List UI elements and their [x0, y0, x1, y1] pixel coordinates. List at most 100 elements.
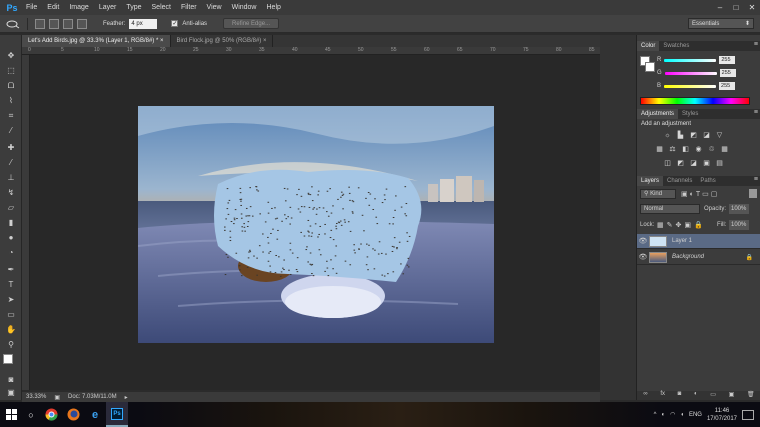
chrome-icon[interactable] — [40, 402, 62, 427]
add-selection-icon[interactable] — [49, 18, 59, 29]
opacity-input[interactable]: 100% — [729, 204, 749, 214]
status-menu-arrow-icon[interactable]: ▸ — [125, 394, 128, 401]
wifi-icon[interactable]: ◠ — [670, 411, 675, 418]
firefox-icon[interactable] — [62, 402, 84, 427]
filter-toggle[interactable] — [749, 189, 757, 198]
type-tool-icon[interactable]: T — [3, 278, 19, 291]
photoshop-taskbar-icon[interactable]: Ps — [106, 402, 128, 427]
tab-paths[interactable]: Paths — [696, 176, 719, 186]
vibrance-icon[interactable]: ▽ — [715, 131, 724, 140]
menu-edit[interactable]: Edit — [42, 0, 64, 15]
color-balance-icon[interactable]: ⚖ — [668, 145, 677, 154]
layer-row-background[interactable]: 👁 Background 🔒 — [637, 250, 760, 265]
tab-styles[interactable]: Styles — [678, 109, 702, 119]
eye-icon[interactable]: 👁 — [637, 237, 649, 245]
quick-mask-icon[interactable]: ◙ — [3, 373, 19, 386]
add-mask-icon[interactable]: ◙ — [678, 391, 682, 400]
close-tab-icon[interactable]: × — [263, 38, 267, 44]
minimize-button[interactable]: – — [712, 0, 728, 15]
menu-view[interactable]: View — [202, 0, 227, 15]
color-spectrum-bar[interactable] — [640, 97, 750, 105]
clock[interactable]: 11:46 17/07/2017 — [707, 407, 737, 423]
black-white-icon[interactable]: ◧ — [681, 145, 690, 154]
lock-icons[interactable]: ▦✎✥▣🔒 — [657, 221, 706, 229]
crop-tool-icon[interactable]: ⌗ — [3, 109, 19, 122]
exposure-icon[interactable]: ◪ — [702, 131, 711, 140]
layer-name[interactable]: Background — [672, 254, 704, 260]
layer-style-icon[interactable]: fx — [660, 391, 665, 400]
new-layer-icon[interactable]: ▣ — [729, 391, 735, 400]
history-brush-tool-icon[interactable]: ↯ — [3, 186, 19, 199]
color-background-swatch[interactable] — [645, 62, 655, 72]
menu-type[interactable]: Type — [121, 0, 146, 15]
hue-saturation-icon[interactable]: ▦ — [655, 145, 664, 154]
layer-filter-select[interactable]: ⚲ Kind — [640, 189, 676, 199]
marquee-tool-icon[interactable]: ⬚ — [3, 64, 19, 77]
panel-menu-icon[interactable]: ≡ — [754, 109, 760, 119]
notification-area-icon[interactable]: ◐ — [661, 412, 665, 418]
maximize-button[interactable]: □ — [728, 0, 744, 15]
layer-filter-icons[interactable]: ▣◐T▭▢ — [681, 190, 719, 198]
menu-file[interactable]: File — [21, 0, 42, 15]
workspace-select[interactable]: Essentials ⬍ — [688, 18, 754, 29]
subtract-selection-icon[interactable] — [63, 18, 73, 29]
tab-color[interactable]: Color — [637, 41, 660, 51]
windows-start-icon[interactable] — [0, 402, 22, 427]
blend-mode-select[interactable]: Normal — [640, 204, 700, 214]
tab-adjustments[interactable]: Adjustments — [637, 109, 679, 119]
brush-tool-icon[interactable]: ⁄ — [3, 156, 19, 169]
curves-icon[interactable]: ◩ — [689, 131, 698, 140]
edge-browser-icon[interactable]: e — [84, 402, 106, 427]
zoom-level[interactable]: 33.33% — [26, 394, 46, 400]
brightness-icon[interactable]: ☼ — [663, 131, 672, 140]
action-center-icon[interactable] — [742, 409, 754, 420]
eyedropper-tool-icon[interactable]: ⁄ — [3, 124, 19, 137]
gradient-map-icon[interactable]: ▤ — [715, 159, 724, 168]
adjustment-layer-icon[interactable]: ◐ — [694, 391, 698, 400]
red-slider[interactable] — [664, 58, 717, 62]
color-lookup-icon[interactable]: ▦ — [720, 145, 729, 154]
tab-lets-add-birds[interactable]: Let's Add Birds.jpg @ 33.3% (Layer 1, RG… — [22, 35, 171, 47]
levels-icon[interactable]: ▙ — [676, 131, 685, 140]
path-select-tool-icon[interactable]: ➤ — [3, 293, 19, 306]
language-indicator[interactable]: ENG — [689, 412, 702, 418]
delete-layer-icon[interactable]: 🗑 — [747, 391, 755, 400]
link-layers-icon[interactable]: ∞ — [643, 391, 647, 400]
new-group-icon[interactable]: ▭ — [710, 391, 716, 400]
green-value[interactable]: 255 — [719, 69, 736, 77]
layer-row-layer-1[interactable]: 👁 Layer 1 — [637, 234, 760, 249]
blue-slider[interactable] — [664, 84, 717, 88]
chevron-up-icon[interactable]: ^ — [654, 412, 657, 418]
blur-tool-icon[interactable]: ● — [3, 231, 19, 244]
volume-icon[interactable]: ◖ — [680, 412, 684, 418]
feather-input[interactable]: 4 px — [129, 18, 158, 29]
tab-layers[interactable]: Layers — [637, 176, 664, 186]
lasso-tool-icon[interactable]: ᗝ — [3, 79, 19, 92]
move-tool-icon[interactable]: ✥ — [3, 49, 19, 62]
dodge-tool-icon[interactable]: ◔ — [3, 246, 19, 259]
panel-menu-icon[interactable]: ≡ — [754, 41, 760, 51]
eraser-tool-icon[interactable]: ▱ — [3, 201, 19, 214]
search-icon[interactable]: ○ — [22, 402, 40, 427]
foreground-color-swatch[interactable] — [3, 354, 13, 364]
panel-menu-icon[interactable]: ≡ — [754, 176, 760, 186]
pen-tool-icon[interactable]: ✒ — [3, 263, 19, 276]
menu-select[interactable]: Select — [147, 0, 176, 15]
channel-mixer-icon[interactable]: ♲ — [707, 145, 716, 154]
new-selection-icon[interactable] — [35, 18, 45, 29]
threshold-icon[interactable]: ◪ — [689, 159, 698, 168]
tab-swatches[interactable]: Swatches — [659, 41, 693, 51]
menu-filter[interactable]: Filter — [176, 0, 202, 15]
doc-info-icon[interactable]: ▣ — [54, 394, 60, 401]
hand-tool-icon[interactable]: ✋ — [3, 323, 19, 336]
blue-value[interactable]: 255 — [719, 82, 736, 90]
screen-mode-icon[interactable]: ▣ — [3, 386, 19, 399]
gradient-tool-icon[interactable]: ▮ — [3, 216, 19, 229]
menu-layer[interactable]: Layer — [94, 0, 122, 15]
tab-channels[interactable]: Channels — [663, 176, 696, 186]
selective-color-icon[interactable]: ▣ — [702, 159, 711, 168]
eye-icon[interactable]: 👁 — [637, 253, 649, 261]
red-value[interactable]: 255 — [719, 56, 736, 64]
photo-filter-icon[interactable]: ◉ — [694, 145, 703, 154]
shape-tool-icon[interactable]: ▭ — [3, 308, 19, 321]
